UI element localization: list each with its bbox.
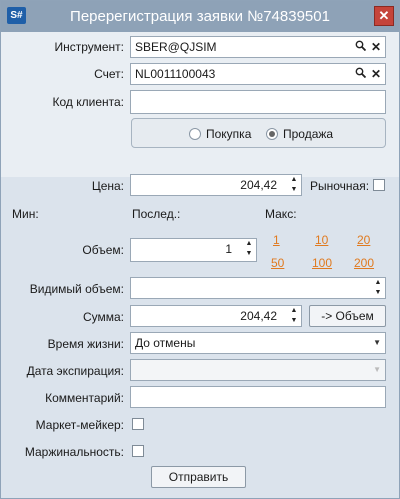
spin-down-icon[interactable]: ▼ (371, 288, 385, 298)
instrument-label: Инструмент: (54, 40, 124, 54)
client-code-label: Код клиента: (52, 95, 125, 109)
sell-radio-dot (266, 128, 278, 140)
spin-up-icon[interactable]: ▲ (371, 278, 385, 288)
comment-input[interactable] (130, 386, 386, 408)
spin-up-icon[interactable]: ▲ (242, 239, 256, 249)
market-maker-checkbox[interactable] (132, 418, 144, 430)
min-label: Мин: (12, 207, 39, 221)
submit-button[interactable]: Отправить (151, 466, 246, 488)
spin-down-icon[interactable]: ▼ (287, 316, 301, 326)
clear-icon[interactable]: ✕ (369, 64, 383, 84)
spin-down-icon[interactable]: ▼ (287, 185, 301, 195)
clear-icon[interactable]: ✕ (369, 37, 383, 57)
expiry-select[interactable]: ▼ (130, 359, 386, 381)
visible-volume-label: Видимый объем: (29, 282, 124, 296)
expiry-label: Дата экспирация: (26, 364, 124, 378)
lifetime-select[interactable]: До отмены ▼ (130, 332, 386, 354)
quick-volume-50[interactable]: 50 (271, 256, 284, 270)
account-field[interactable]: NL0011100043 ✕ (130, 63, 386, 85)
title-bar[interactable]: S# Перерегистрация заявки №74839501 ✕ (1, 1, 399, 32)
sum-spinner[interactable]: ▲ ▼ (287, 306, 301, 326)
margin-label: Маржинальность: (24, 445, 124, 459)
close-button[interactable]: ✕ (374, 6, 394, 26)
app-icon: S# (7, 7, 26, 24)
visible-volume-spinner[interactable]: ▲ ▼ (371, 278, 385, 298)
last-label: Послед.: (132, 207, 181, 221)
client-code-input[interactable] (130, 90, 386, 114)
lifetime-value: До отмены (135, 336, 196, 350)
buy-radio-dot (189, 128, 201, 140)
price-input[interactable]: 204,42 ▲ ▼ (130, 174, 302, 196)
comment-label: Комментарий: (45, 391, 124, 405)
sum-label: Сумма: (82, 310, 124, 324)
quick-volume-20[interactable]: 20 (357, 233, 370, 247)
search-icon[interactable] (353, 64, 367, 84)
sell-radio[interactable]: Продажа (266, 127, 333, 141)
chevron-down-icon: ▼ (373, 338, 381, 347)
form-body: Инструмент: SBER@QJSIM ✕ Счет: NL0011100… (1, 32, 399, 498)
margin-checkbox[interactable] (132, 445, 144, 457)
sum-value: 204,42 (240, 309, 277, 323)
quick-volume-200[interactable]: 200 (354, 256, 374, 270)
account-value: NL0011100043 (135, 67, 216, 81)
quick-volume-1[interactable]: 1 (273, 233, 280, 247)
chevron-down-icon: ▼ (373, 365, 381, 374)
to-volume-button[interactable]: -> Объем (309, 305, 386, 327)
volume-label: Объем: (82, 243, 124, 257)
volume-value: 1 (225, 242, 232, 256)
max-label: Макс: (265, 207, 297, 221)
spin-up-icon[interactable]: ▲ (287, 175, 301, 185)
sum-input[interactable]: 204,42 ▲ ▼ (130, 305, 302, 327)
market-label: Рыночная: (310, 179, 370, 193)
spin-up-icon[interactable]: ▲ (287, 306, 301, 316)
market-checkbox[interactable] (373, 179, 385, 191)
window-title: Перерегистрация заявки №74839501 (70, 8, 330, 25)
order-window: S# Перерегистрация заявки №74839501 ✕ Ин… (0, 0, 400, 499)
price-label: Цена: (91, 179, 124, 193)
quick-volume-100[interactable]: 100 (312, 256, 332, 270)
buy-radio-label: Покупка (206, 127, 252, 141)
buy-radio[interactable]: Покупка (189, 127, 251, 141)
search-icon[interactable] (353, 37, 367, 57)
sell-radio-label: Продажа (283, 127, 334, 141)
account-label: Счет: (94, 67, 124, 81)
market-maker-label: Маркет-мейкер: (35, 418, 124, 432)
instrument-field[interactable]: SBER@QJSIM ✕ (130, 36, 386, 58)
volume-input[interactable]: 1 ▲ ▼ (130, 238, 257, 262)
instrument-value: SBER@QJSIM (135, 40, 217, 54)
price-spinner[interactable]: ▲ ▼ (287, 175, 301, 195)
side-radio-group: Покупка Продажа (131, 118, 386, 148)
quick-volume-10[interactable]: 10 (315, 233, 328, 247)
visible-volume-input[interactable]: ▲ ▼ (130, 277, 386, 299)
price-value: 204,42 (240, 178, 277, 192)
volume-spinner[interactable]: ▲ ▼ (242, 239, 256, 259)
spin-down-icon[interactable]: ▼ (242, 249, 256, 259)
lifetime-label: Время жизни: (47, 337, 124, 351)
